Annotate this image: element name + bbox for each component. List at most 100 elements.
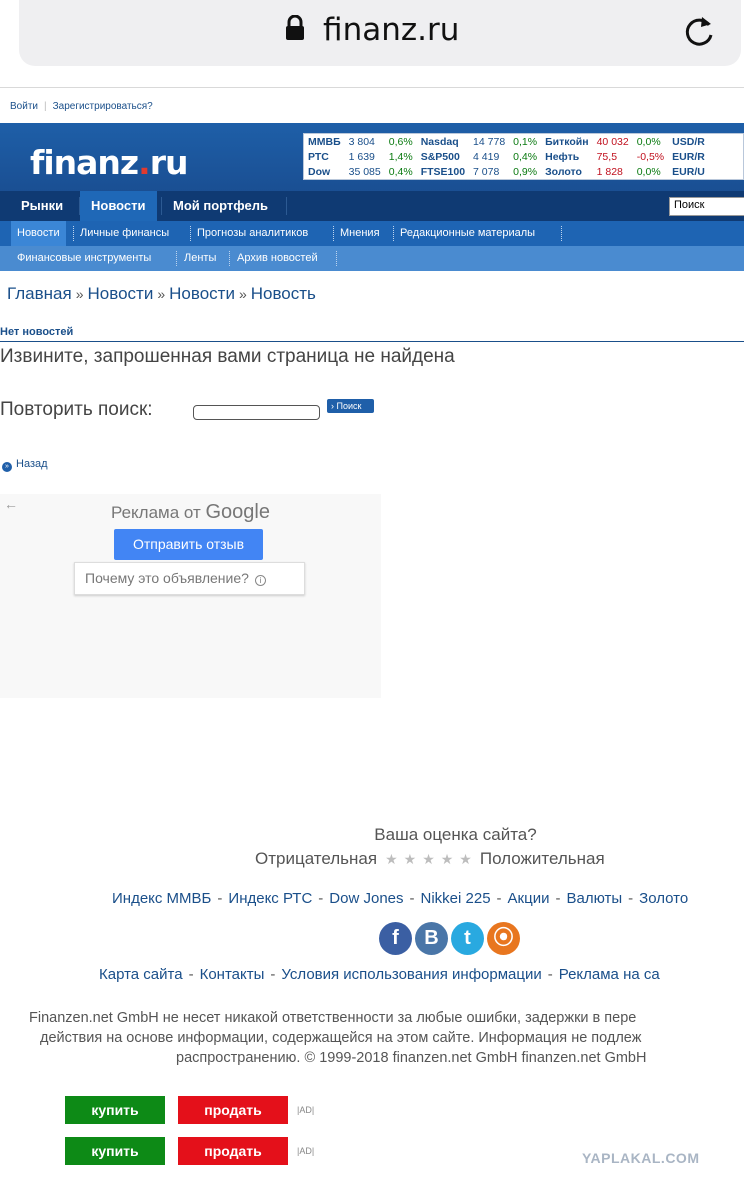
footer-link[interactable]: Акции [508, 890, 550, 907]
ticker-name[interactable]: S&P500 [417, 149, 469, 164]
footer-link[interactable]: Реклама на са [559, 966, 660, 983]
google-ad-block: ← Реклама от Google Отправить отзыв Поче… [0, 494, 381, 698]
ticker-name[interactable]: Биткойн [541, 134, 592, 149]
breadcrumb-separator: » [75, 286, 84, 302]
breadcrumb-home[interactable]: Главная [7, 284, 72, 303]
google-wordmark: Google [205, 501, 271, 523]
breadcrumb-separator: » [238, 286, 247, 302]
subnav-editorial[interactable]: Редакционные материалы [394, 221, 541, 246]
ticker-name[interactable]: Nasdaq [417, 134, 469, 149]
buy-button[interactable]: купить [65, 1137, 165, 1165]
rss-icon[interactable]: ⦿ [487, 922, 520, 955]
ticker-value: 35 085 [348, 165, 381, 178]
why-this-ad-button[interactable]: Почему это объявление? i [74, 562, 305, 595]
site-header: finanz.ru ММВБ 3 804 0,6% Nasdaq 14 778 0,1% Б… [0, 123, 744, 191]
send-feedback-button[interactable]: Отправить отзыв [114, 529, 263, 560]
login-link[interactable]: Войти [10, 101, 38, 112]
footer-link[interactable]: Индекс ММВБ [112, 890, 211, 907]
ticker-name[interactable]: FTSE100 [417, 164, 469, 179]
retry-search-label: Повторить поиск: [0, 399, 153, 420]
divider [561, 226, 562, 241]
nav-news[interactable]: Новости [80, 191, 157, 221]
footer-link[interactable]: Валюты [566, 890, 622, 907]
ticker-name[interactable]: EUR/R [668, 149, 709, 164]
back-link[interactable]: » Назад [2, 458, 48, 472]
footer-link[interactable]: Карта сайта [99, 966, 183, 983]
subnav-instruments[interactable]: Финансовые инструменты [11, 246, 157, 271]
sell-button[interactable]: продать [178, 1096, 288, 1124]
ticker-name[interactable]: РТС [304, 149, 345, 164]
subnav-opinions[interactable]: Мнения [334, 221, 386, 246]
facebook-icon[interactable]: f [379, 922, 412, 955]
top-links: Войти | Зарегистрироваться? [10, 101, 159, 112]
nav-markets[interactable]: Рынки [10, 191, 74, 221]
ticker-value: 1 639 [348, 150, 375, 163]
subnav-archive[interactable]: Архив новостей [231, 246, 324, 271]
subnav-news[interactable]: Новости [11, 221, 66, 246]
chevron-right-icon: › [331, 401, 334, 411]
ticker-change: 1,4% [388, 150, 413, 163]
ticker-name[interactable]: EUR/U [668, 164, 709, 179]
ticker-value: 75,5 [596, 150, 618, 163]
page-root: finanz.ru Войти | Зарегистрироваться? fina… [0, 0, 744, 1188]
subnav-personal-finance[interactable]: Личные финансы [74, 221, 175, 246]
ticker-change: 0,4% [513, 150, 538, 163]
ticker-name[interactable]: ММВБ [304, 134, 345, 149]
retry-search-input[interactable] [193, 405, 320, 420]
site-logo[interactable]: finanz.ru [30, 143, 188, 182]
main-nav: Рынки Новости Мой портфель [0, 191, 744, 221]
ticker-change: 0,1% [513, 135, 538, 148]
ticker-value: 4 419 [473, 150, 500, 163]
ticker-name[interactable]: Золото [541, 164, 592, 179]
buy-button[interactable]: купить [65, 1096, 165, 1124]
retry-search-button-label: Поиск [336, 401, 362, 411]
sub-nav: Новости Личные финансы Прогнозы аналитик… [0, 221, 744, 246]
breadcrumb-article[interactable]: Новость [251, 284, 316, 303]
disclaimer: Finanzen.net GmbH не несет никакой ответ… [0, 1008, 744, 1068]
footer-link[interactable]: Контакты [200, 966, 265, 983]
reload-icon[interactable] [682, 13, 716, 54]
divider [229, 251, 230, 266]
footer-link[interactable]: Золото [639, 890, 688, 907]
subnav-feeds[interactable]: Ленты [178, 246, 222, 271]
divider [176, 251, 177, 266]
ticker-value: 14 778 [473, 135, 506, 148]
footer-link[interactable]: Условия использования информации [281, 966, 541, 983]
rating-question: Ваша оценка сайта? [374, 825, 537, 844]
breadcrumb-news[interactable]: Новости [88, 284, 154, 303]
ticker-row: Dow 35 085 0,4% FTSE100 7 078 0,9% Золото 1 828… [304, 164, 709, 179]
subnav-forecasts[interactable]: Прогнозы аналитиков [191, 221, 314, 246]
ticker-name[interactable]: USD/R [668, 134, 709, 149]
ticker-value: 7 078 [473, 165, 500, 178]
info-icon: i [254, 575, 266, 586]
breadcrumb-news-2[interactable]: Новости [169, 284, 235, 303]
footer-link[interactable]: Nikkei 225 [421, 890, 491, 907]
ad-label: |AD| [297, 1105, 315, 1115]
ticker-change: -0,5% [636, 150, 665, 163]
ad-label: |AD| [297, 1146, 315, 1156]
ticker-value: 3 804 [348, 135, 375, 148]
double-chevron-icon: » [2, 462, 12, 472]
site-search-input[interactable]: Поиск [669, 197, 744, 216]
watermark: YAPLAKAL.COM [582, 1150, 700, 1166]
ticker-name[interactable]: Dow [304, 164, 345, 179]
retry-search-button[interactable]: › Поиск [327, 399, 374, 413]
footer-link[interactable]: Dow Jones [329, 890, 403, 907]
section-title: Нет новостей [0, 326, 74, 338]
rating-stars[interactable]: ★★★★★ [385, 851, 478, 867]
nav-portfolio[interactable]: Мой портфель [162, 191, 279, 221]
ticker-change: 0,0% [636, 135, 661, 148]
rating-positive-label: Положительная [479, 849, 605, 868]
ticker-change: 0,6% [388, 135, 413, 148]
divider [336, 251, 337, 266]
twitter-icon[interactable]: t [451, 922, 484, 955]
footer-link[interactable]: Индекс РТС [228, 890, 312, 907]
divider [0, 341, 744, 342]
vk-icon[interactable]: B [415, 922, 448, 955]
breadcrumb-separator: » [157, 286, 166, 302]
ticker-name[interactable]: Нефть [541, 149, 592, 164]
divider [0, 87, 744, 88]
register-link[interactable]: Зарегистрироваться? [53, 101, 153, 112]
sell-button[interactable]: продать [178, 1137, 288, 1165]
disclaimer-line: распространению. © 1999-2018 finanzen.ne… [176, 1050, 647, 1066]
